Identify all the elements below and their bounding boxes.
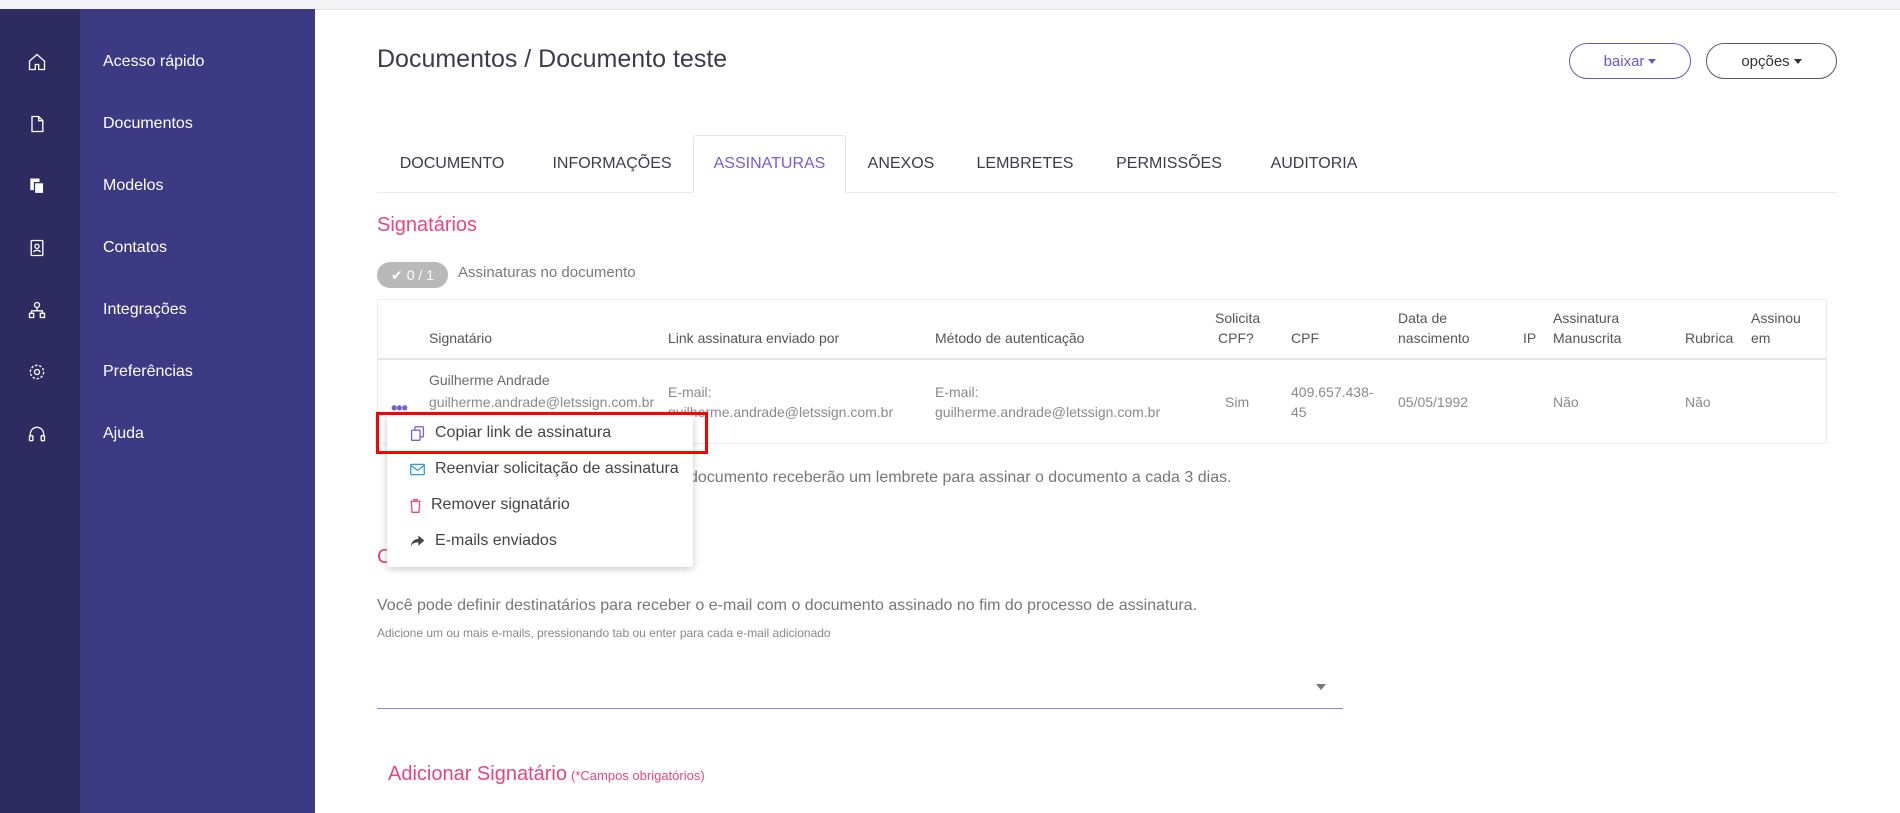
copy-recipients-hint: Adicione um ou mais e-mails, pressionand… [377, 626, 831, 640]
sidebar-item-contatos[interactable]: Contatos [103, 238, 167, 258]
sidebar-item-integracoes[interactable]: Integrações [103, 300, 187, 320]
col-birth-line2: nascimento [1398, 330, 1470, 346]
envelope-icon [407, 459, 427, 479]
share-arrow-icon [407, 531, 427, 551]
tab-assinaturas[interactable]: ASSINATURAS [693, 135, 846, 193]
check-icon: ✔ [391, 266, 403, 283]
handwritten-value: Não [1553, 394, 1579, 410]
reminder-text: documento receberão um lembrete para ass… [689, 469, 1232, 486]
tab-documento[interactable]: DOCUMENTO [377, 135, 527, 192]
signature-count-label: Assinaturas no documento [458, 264, 636, 281]
sidebar-item-acesso-rapido[interactable]: Acesso rápido [103, 52, 204, 72]
tab-anexos[interactable]: ANEXOS [846, 135, 956, 192]
initials-value: Não [1685, 394, 1711, 410]
tab-permissoes[interactable]: PERMISSÕES [1094, 135, 1244, 192]
col-initials: Rubrica [1685, 330, 1734, 346]
tab-bar: DOCUMENTO INFORMAÇÕES ASSINATURAS ANEXOS… [377, 135, 1837, 193]
menu-item-resend-request[interactable]: Reenviar solicitação de assinatura [387, 451, 693, 487]
contacts-icon[interactable] [24, 235, 50, 261]
chevron-down-icon [1793, 58, 1802, 64]
menu-item-label: Reenviar solicitação de assinatura [435, 460, 679, 477]
signers-title: Signatários [377, 214, 478, 236]
headset-icon[interactable] [24, 421, 50, 447]
auth-method-line1: E-mail: [935, 384, 979, 400]
col-requires-cpf-line1: Solicita [1215, 310, 1261, 326]
col-handwritten-line2: Manuscrita [1553, 330, 1622, 346]
chevron-down-icon [1648, 58, 1657, 64]
page-title: Documentos / Documento teste [377, 45, 728, 73]
birth-date-value: 05/05/1992 [1398, 394, 1469, 410]
home-icon[interactable] [24, 49, 50, 75]
download-button-label: baixar [1603, 52, 1645, 70]
tab-informacoes[interactable]: INFORMAÇÕES [527, 135, 697, 192]
col-birth-line1: Data de [1398, 310, 1448, 326]
required-fields-note: (*Campos obrigatórios) [571, 768, 705, 783]
highlight-annotation-box [376, 412, 708, 454]
cpf-line2: 45 [1291, 404, 1307, 420]
signature-count: 0 / 1 [406, 267, 434, 283]
signer-name: Guilherme Andrade [429, 372, 550, 388]
col-signed-at-line2: em [1751, 330, 1771, 346]
integrations-icon[interactable] [24, 297, 50, 323]
document-icon[interactable] [24, 111, 50, 137]
options-button[interactable]: opções [1706, 43, 1837, 79]
options-button-label: opções [1741, 52, 1790, 70]
tab-auditoria[interactable]: AUDITORIA [1244, 135, 1384, 192]
col-ip: IP [1523, 330, 1537, 346]
sidebar-item-documentos[interactable]: Documentos [103, 114, 193, 134]
col-auth-method: Método de autenticação [935, 330, 1085, 346]
menu-item-label: E-mails enviados [435, 532, 557, 549]
signer-email: guilherme.andrade@letssign.com.br [429, 394, 655, 410]
sidebar-item-modelos[interactable]: Modelos [103, 176, 163, 196]
trash-icon [405, 495, 425, 515]
col-signed-at-line1: Assinou [1751, 310, 1801, 326]
requires-cpf-value: Sim [1225, 394, 1250, 410]
cpf-line1: 409.657.438- [1291, 384, 1374, 400]
table-header-divider [377, 358, 1827, 360]
menu-item-remove-signer[interactable]: Remover signatário [387, 487, 693, 523]
gear-icon[interactable] [24, 359, 50, 385]
menu-item-sent-emails[interactable]: E-mails enviados [387, 523, 693, 559]
col-handwritten-line1: Assinatura [1553, 310, 1620, 326]
add-signer-title: Adicionar Signatário (*Campos obrigatório… [388, 763, 705, 786]
download-button[interactable]: baixar [1569, 43, 1691, 79]
menu-item-label: Remover signatário [431, 496, 570, 513]
recipients-email-input[interactable] [377, 668, 1343, 709]
col-cpf: CPF [1291, 330, 1319, 346]
col-requires-cpf-line2: CPF? [1218, 330, 1254, 346]
col-signer: Signatário [429, 330, 493, 346]
col-link-sent-by: Link assinatura enviado por [668, 330, 840, 346]
auth-method-line2: guilherme.andrade@letssign.com.br [935, 404, 1161, 420]
sidebar-item-preferencias[interactable]: Preferências [103, 362, 193, 382]
add-signer-title-text: Adicionar Signatário [388, 763, 567, 785]
tab-lembretes[interactable]: LEMBRETES [956, 135, 1094, 192]
templates-icon[interactable] [24, 173, 50, 199]
link-sent-by-line1: E-mail: [668, 384, 712, 400]
sidebar-item-ajuda[interactable]: Ajuda [103, 424, 144, 444]
copy-recipients-description: Você pode definir destinatários para rec… [377, 597, 1198, 614]
signature-count-badge: ✔ 0 / 1 [377, 262, 448, 288]
chevron-down-icon[interactable] [1316, 684, 1326, 690]
